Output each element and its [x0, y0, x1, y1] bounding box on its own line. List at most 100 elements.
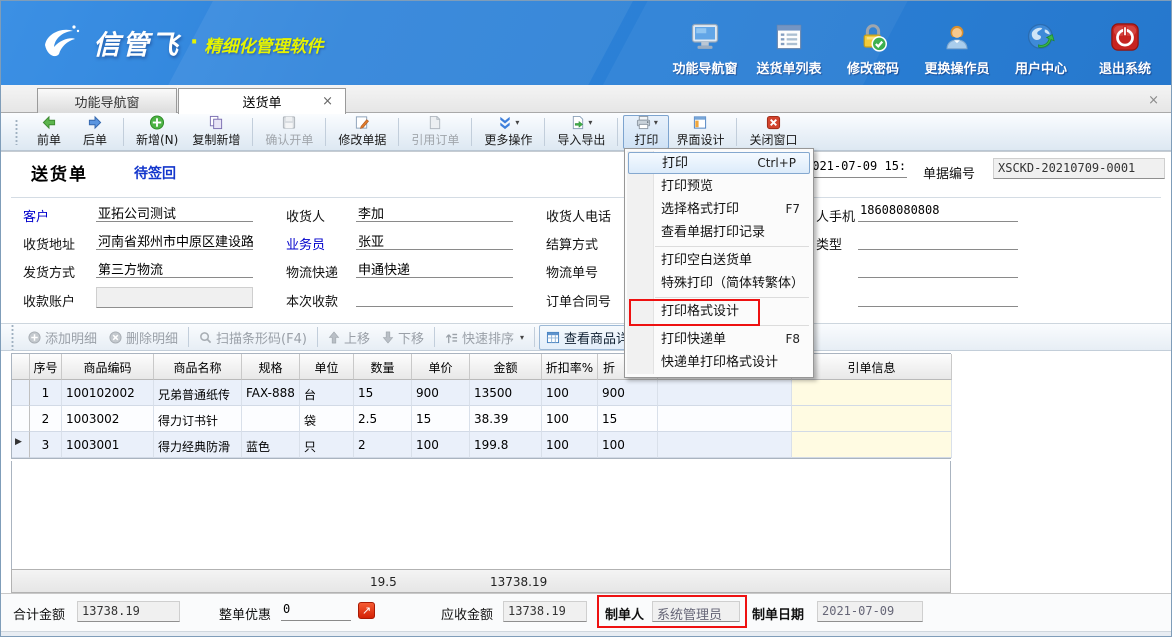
banner-action-label: 功能导航窗 [672, 58, 737, 77]
main-toolbar: 前单 后单 新增(N) 复制新增 确认开单 [1, 113, 1172, 151]
exit-system-button[interactable]: 退出系统 [1083, 19, 1167, 77]
address-field[interactable]: 河南省郑州市中原区建设路 [96, 230, 253, 250]
table-row[interactable]: 1 100102002 兄弟普通纸传 FAX-888 台 15 900 1350… [12, 380, 950, 406]
payment-field[interactable] [356, 287, 513, 307]
magnifier-icon [199, 331, 212, 344]
tab-close-icon[interactable]: × [322, 94, 333, 109]
close-window-button[interactable]: 关闭窗口 [742, 115, 804, 149]
brand-logo: 信管飞 · 精细化管理软件 [37, 21, 323, 63]
menu-item-special-print[interactable]: 特殊打印（简体转繁体） [625, 272, 813, 295]
confirm-order-button: 确认开单 [258, 115, 320, 149]
save-disk-icon [281, 115, 297, 130]
summary-amount: 13738.19 [490, 575, 547, 589]
copy-new-button[interactable]: 复制新增 [185, 115, 247, 149]
prev-doc-button[interactable]: 前单 [26, 115, 72, 149]
table-row[interactable]: 2 1003002 得力订书针 袋 2.5 15 38.39 100 15 [12, 406, 950, 432]
discount-edit-button[interactable]: ↗ [358, 602, 375, 619]
summary-qty: 19.5 [370, 575, 397, 589]
annotation-red-box-maker [597, 595, 747, 628]
mobile-field[interactable]: 18608080808 [858, 202, 1018, 222]
monitor-icon [690, 19, 720, 55]
customer-field[interactable]: 亚拓公司测试 [96, 202, 253, 222]
toolbar-grip [11, 324, 14, 350]
detail-toolbar: 添加明细 删除明细 扫描条形码(F4) 上移 下移 [1, 323, 1172, 351]
payment-label: 本次收款 [286, 291, 338, 310]
tab-nav-window[interactable]: 功能导航窗 [37, 88, 177, 113]
settle-label: 结算方式 [546, 234, 598, 253]
menu-item-print[interactable]: 打印 Ctrl+P [628, 152, 810, 174]
import-export-icon [570, 115, 586, 130]
shortcut-label: F8 [785, 328, 800, 351]
receiver-label: 收货人 [286, 206, 325, 225]
menu-item-view-print-log[interactable]: 查看单据打印记录 [625, 221, 813, 244]
menu-item-express-format-design[interactable]: 快递单打印格式设计 [625, 351, 813, 374]
banner-action-label: 退出系统 [1099, 58, 1151, 77]
menu-item-print-express[interactable]: 打印快递单 F8 [625, 328, 813, 351]
doc-no-field: XSCKD-20210709-0001 [993, 158, 1165, 179]
tabstrip-close-icon[interactable]: × [1148, 93, 1159, 108]
row-selector-active[interactable]: ▶ [12, 432, 30, 458]
col-header: 单价 [412, 354, 470, 380]
extra-field-2[interactable] [858, 287, 1018, 307]
arrow-left-icon [41, 115, 57, 130]
change-password-button[interactable]: 修改密码 [831, 19, 915, 77]
list-icon [775, 19, 803, 55]
next-doc-button[interactable]: 后单 [72, 115, 118, 149]
operator-icon [943, 19, 971, 55]
row-selector[interactable] [12, 380, 30, 406]
menu-item-print-blank[interactable]: 打印空白送货单 [625, 249, 813, 272]
col-header: 单位 [300, 354, 354, 380]
import-export-button[interactable]: ▾ 导入导出 [550, 115, 612, 149]
tab-delivery-order[interactable]: 送货单 × [178, 88, 346, 114]
user-center-button[interactable]: 用户中心 [999, 19, 1083, 77]
doc-date-field: 2021-07-09 [817, 601, 923, 622]
toolbar-separator [434, 327, 435, 347]
ui-design-button[interactable]: 界面设计 [669, 115, 731, 149]
ship-label: 发货方式 [23, 262, 75, 281]
new-doc-button[interactable]: 新增(N) [129, 115, 185, 149]
doc-datetime-field[interactable]: 2021-07-09 15:24 [803, 158, 907, 178]
order-discount-label: 整单优惠 [219, 604, 271, 623]
row-selector[interactable] [12, 406, 30, 432]
arrow-down-grey-icon [382, 331, 394, 344]
toolbar-separator [317, 327, 318, 347]
salesman-label: 业务员 [286, 234, 325, 253]
brand-subtitle: 精细化管理软件 [204, 28, 323, 57]
tab-bar: 功能导航窗 送货单 × × [1, 85, 1172, 113]
menu-item-select-format-print[interactable]: 选择格式打印 F7 [625, 198, 813, 221]
menu-item-print-preview[interactable]: 打印预览 [625, 175, 813, 198]
receiver-field[interactable]: 李加 [356, 202, 513, 222]
double-chevron-icon [497, 115, 513, 130]
app-window: 信管飞 · 精细化管理软件 功能导航窗 [0, 0, 1172, 637]
receivable-field: 13738.19 [503, 601, 587, 622]
extra-field-1[interactable] [858, 258, 1018, 278]
switch-operator-button[interactable]: 更换操作员 [915, 19, 999, 77]
banner-action-label: 用户中心 [1015, 58, 1067, 77]
toolbar-separator [471, 118, 472, 146]
table-row-selected[interactable]: ▶ 3 1003001 得力经典防滑 蓝色 只 2 100 199.8 100 … [12, 432, 950, 458]
modify-doc-button[interactable]: 修改单据 [331, 115, 393, 149]
logistics-label: 物流快递 [286, 262, 338, 281]
print-button[interactable]: ▾ 打印 [623, 115, 669, 149]
order-discount-field[interactable]: 0 [281, 601, 351, 621]
grid-summary-row: 19.5 13738.19 [11, 569, 951, 593]
col-header: 商品名称 [154, 354, 242, 380]
salesman-field[interactable]: 张亚 [356, 230, 513, 250]
mobile-label: 人手机 [816, 206, 855, 225]
nav-window-button[interactable]: 功能导航窗 [663, 19, 747, 77]
logistics-field[interactable]: 申通快递 [356, 258, 513, 278]
arrow-up-grey-icon [328, 331, 340, 344]
col-header: 商品编码 [62, 354, 154, 380]
add-detail-button: 添加明细 [22, 326, 103, 349]
divider [11, 197, 1161, 198]
more-actions-button[interactable]: ▾ 更多操作 [477, 115, 539, 149]
dropdown-caret-icon: ▾ [654, 118, 658, 127]
table-blue-icon [546, 331, 560, 344]
ship-field[interactable]: 第三方物流 [96, 258, 253, 278]
footer-bar: 合计金额 13738.19 整单优惠 0 ↗ 应收金额 13738.19 制单人… [1, 593, 1172, 631]
status-badge: 待签回 [134, 163, 176, 183]
globe-icon [1026, 19, 1056, 55]
delivery-list-button[interactable]: 送货单列表 [747, 19, 831, 77]
delete-detail-button: 删除明细 [103, 326, 184, 349]
type-field[interactable] [858, 230, 1018, 250]
